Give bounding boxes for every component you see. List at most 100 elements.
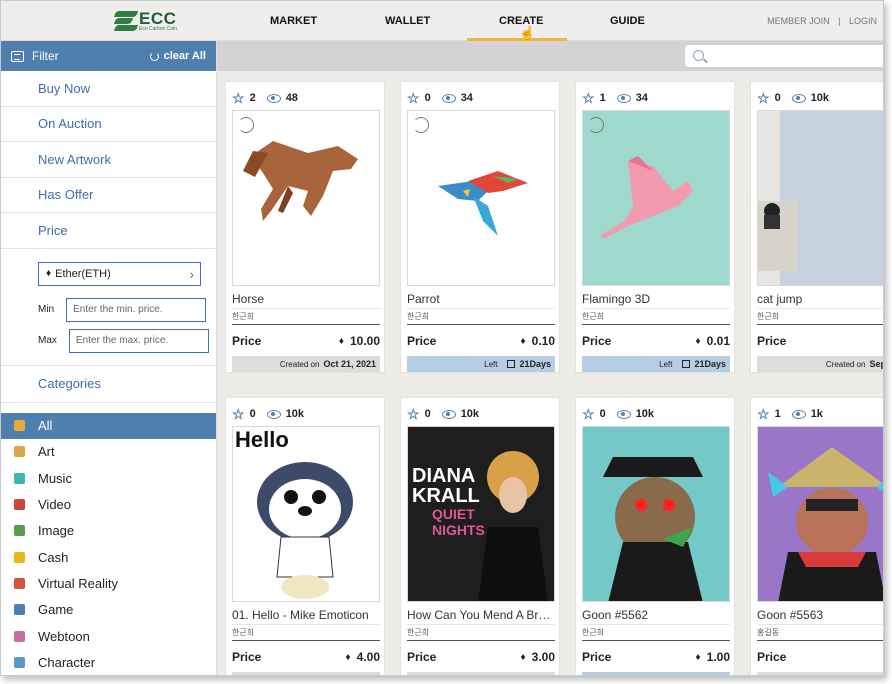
character-icon (14, 656, 25, 668)
eye-icon (266, 409, 281, 419)
filter-price[interactable]: Price (1, 213, 216, 249)
min-price-input[interactable] (66, 297, 207, 322)
artwork-card[interactable]: ☆ 0 10k Hello 01. Hello - Mike Emoticon 한근희 Pr… (225, 397, 385, 675)
category-game[interactable]: Game (1, 597, 216, 623)
calendar-icon (507, 360, 516, 368)
nav-market[interactable]: MARKET (270, 15, 317, 27)
eye-icon (791, 409, 806, 419)
nav-guide[interactable]: GUIDE (610, 15, 645, 27)
category-cash[interactable]: Cash (1, 544, 216, 570)
artwork-name[interactable]: Horse (232, 292, 380, 306)
brand-name: ECC (139, 9, 177, 28)
artwork-name[interactable]: Flamingo 3D (582, 292, 730, 306)
star-icon[interactable]: ☆ (232, 91, 245, 105)
member-join-link[interactable]: MEMBER JOIN (767, 16, 830, 26)
clear-all-button[interactable]: clear All (149, 50, 206, 62)
category-label: Video (38, 497, 72, 513)
view-count: 34 (635, 92, 648, 104)
box-icon (14, 420, 25, 432)
star-icon[interactable]: ☆ (582, 91, 595, 105)
artwork-card[interactable]: ☆ 0 10k Goon #5562 한근희 Price ♦ 1.00 (575, 397, 735, 675)
like-count: 0 (424, 92, 431, 104)
filter-icon (11, 50, 24, 62)
price-row: Price ♦ 4.00 (232, 650, 380, 664)
price-row: Price ♦ 0.01 (582, 334, 730, 348)
star-icon[interactable]: ☆ (232, 407, 245, 421)
category-music[interactable]: Music (1, 465, 216, 491)
artwork-card[interactable]: ☆ 2 48 Horse 한근희 Price ♦ 10.00 Created on Oct 21,… (225, 81, 385, 373)
artwork-card[interactable]: ☆ 0 10k DIANA KRALL QUIET NIGHTS How Can You Me… (400, 397, 560, 675)
artwork-image[interactable] (757, 426, 883, 602)
currency-select[interactable]: ♦ Ether(ETH) › (38, 261, 201, 286)
login-link[interactable]: LOGIN (849, 16, 877, 26)
artwork-name[interactable]: How Can You Mend A Bro… (407, 608, 555, 622)
artwork-image[interactable] (582, 110, 730, 286)
categories-title: Categories (1, 366, 216, 403)
category-image[interactable]: Image (1, 518, 216, 544)
like-count: 0 (424, 408, 431, 420)
ecc-logo-icon (113, 10, 139, 32)
foot-prefix: Created on (279, 359, 320, 369)
filter-on-auction[interactable]: On Auction (1, 107, 216, 142)
star-icon[interactable]: ☆ (757, 91, 770, 105)
music-icon (14, 472, 25, 484)
artwork-name[interactable]: Goon #5562 (582, 608, 730, 622)
category-virtual-reality[interactable]: Virtual Reality (1, 570, 216, 596)
category-webtoon[interactable]: Webtoon (1, 623, 216, 649)
nav-wallet[interactable]: WALLET (385, 15, 430, 27)
artwork-card[interactable]: ☆ 0 34 Parrot 한근희 Price ♦ 0.10 Left 21Days (400, 81, 560, 373)
artwork-image[interactable]: Hello (232, 426, 380, 602)
artwork-name[interactable]: 01. Hello - Mike Emoticon (232, 608, 380, 622)
artwork-name[interactable]: Goon #5563 (757, 608, 883, 622)
artwork-image[interactable] (407, 110, 555, 286)
ethereum-icon: ♦ (695, 335, 701, 347)
artwork-image[interactable]: DIANA KRALL QUIET NIGHTS (407, 426, 555, 602)
category-label: Image (38, 523, 75, 539)
eye-icon (266, 93, 281, 103)
category-label: Music (38, 470, 72, 486)
card-footer (232, 672, 380, 675)
brand-logo[interactable]: ECC Eco Carbon Coin (113, 9, 177, 32)
artwork-image[interactable] (232, 110, 380, 286)
star-icon[interactable]: ☆ (407, 407, 420, 421)
filter-buy-now[interactable]: Buy Now (1, 71, 216, 107)
foot-value: Sep 30, (869, 359, 883, 369)
artwork-creator: 한근희 (582, 308, 730, 325)
filter-sidebar: Filter clear All Buy Now On Auction New … (1, 41, 217, 675)
artwork-image[interactable] (582, 426, 730, 602)
category-character[interactable]: Character (1, 649, 216, 675)
category-all[interactable]: All (1, 412, 216, 439)
category-video[interactable]: Video (1, 491, 216, 517)
price-label: Price (582, 650, 612, 664)
card-stats: ☆ 1 34 (582, 91, 648, 105)
foot-value: Oct 21, 2021 (323, 359, 376, 369)
star-icon[interactable]: ☆ (757, 407, 770, 421)
card-footer: Left 21Days (407, 356, 555, 372)
min-label: Min (38, 304, 55, 315)
price-value: 3.00 (531, 650, 555, 664)
artwork-name[interactable]: cat jump (757, 292, 883, 306)
card-footer: Created onSep 30, (757, 356, 883, 372)
artwork-card[interactable]: ☆ 0 10k cat jump 한근희 Price♦5 Created onSep 30, (750, 81, 883, 373)
star-icon[interactable]: ☆ (407, 91, 420, 105)
webtoon-icon (14, 630, 25, 642)
card-stats: ☆ 2 48 (232, 91, 298, 105)
ethereum-icon: ♦ (338, 335, 344, 347)
foot-value: 21Days (519, 359, 551, 369)
artwork-name[interactable]: Parrot (407, 292, 555, 306)
filter-has-offer[interactable]: Has Offer (1, 178, 216, 213)
card-stats: ☆ 0 10k (232, 407, 304, 421)
category-art[interactable]: Art (1, 439, 216, 465)
view-count: 10k (460, 408, 480, 420)
max-price-input[interactable] (68, 328, 209, 353)
price-value: 0.01 (706, 334, 730, 348)
clear-all-label: clear All (163, 50, 206, 62)
search-input[interactable] (684, 44, 883, 68)
star-icon[interactable]: ☆ (582, 407, 595, 421)
artwork-image[interactable] (757, 110, 883, 286)
artwork-card[interactable]: ☆ 1 1k Goon #5563 홍길동 Price♦1 (750, 397, 883, 675)
view-count: 48 (285, 92, 298, 104)
artwork-card[interactable]: ☆ 1 34 Flamingo 3D 한근희 Price ♦ 0.01 Left 21Days (575, 81, 735, 373)
price-value: 1.00 (706, 650, 730, 664)
filter-new-artwork[interactable]: New Artwork (1, 142, 216, 178)
